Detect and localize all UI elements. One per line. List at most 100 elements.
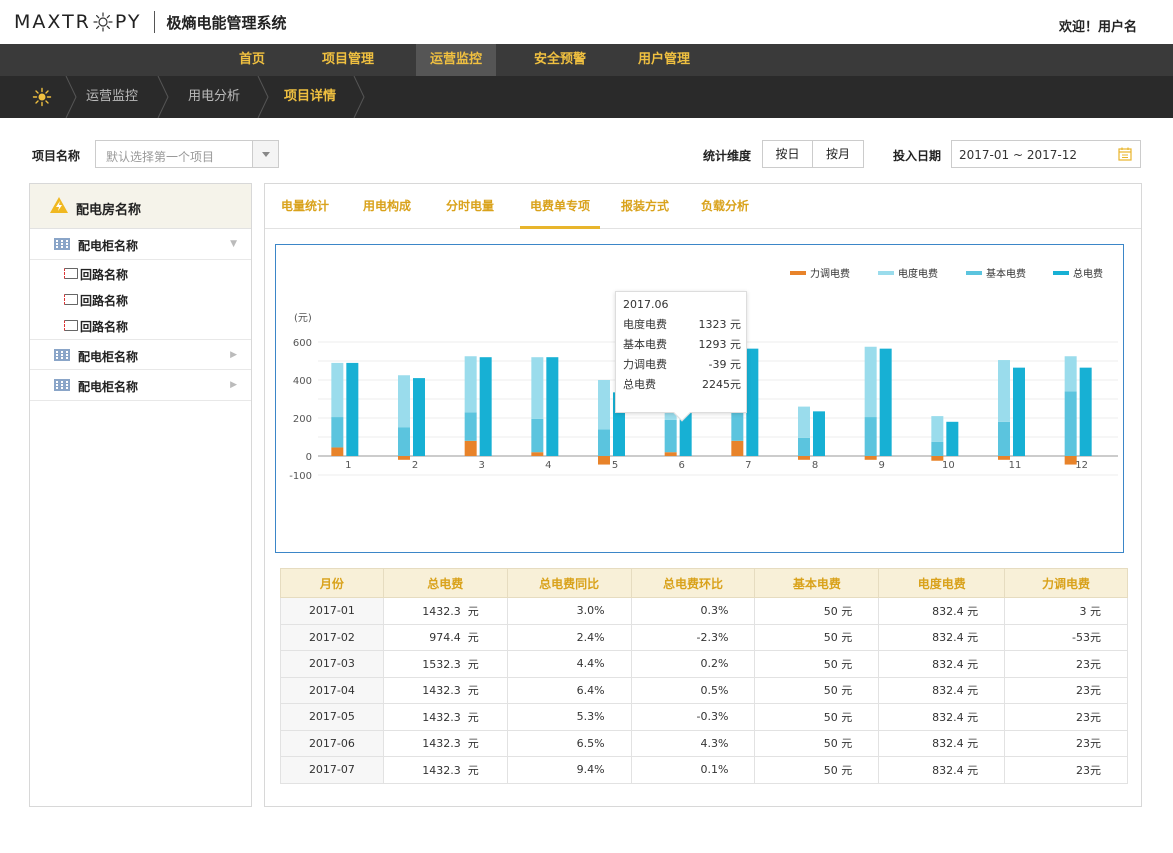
cell-month: 2017-03 — [280, 650, 384, 678]
breadcrumb-power-analysis[interactable]: 用电分析 — [188, 76, 240, 118]
cell-month: 2017-02 — [280, 623, 384, 651]
bar-total-fee[interactable] — [1013, 367, 1025, 456]
x-tick-label: 2 — [412, 460, 418, 471]
cabinet-icon — [54, 379, 70, 391]
bar-basic-fee[interactable] — [864, 417, 877, 456]
bar-energy-fee[interactable] — [331, 362, 344, 418]
cell-energy: 832.4 元 — [878, 756, 1006, 784]
bar-energy-fee[interactable] — [1064, 356, 1077, 392]
bar-total-fee[interactable] — [1079, 367, 1092, 456]
tooltip-row-value: -39 元 — [708, 358, 741, 371]
cell-power-factor: 23元 — [1004, 756, 1128, 784]
bar-energy-fee[interactable] — [464, 356, 477, 413]
calendar-icon[interactable] — [1118, 147, 1132, 161]
caret-down-icon[interactable] — [252, 141, 278, 167]
bar-basic-fee[interactable] — [931, 441, 944, 456]
chevron-right-icon — [257, 76, 269, 118]
bar-energy-fee[interactable] — [798, 406, 810, 438]
bar-energy-fee[interactable] — [531, 357, 544, 419]
bar-power-factor[interactable] — [598, 456, 610, 465]
tab-bill-detail[interactable]: 电费单专项 — [520, 184, 600, 229]
bar-power-factor[interactable] — [398, 456, 410, 460]
tab-install-method[interactable]: 报装方式 — [615, 184, 675, 229]
cell-power-factor: 23元 — [1004, 729, 1128, 757]
breadcrumb-monitoring[interactable]: 运营监控 — [86, 76, 138, 118]
y-axis-label: (元) — [294, 313, 312, 324]
nav-item-projects[interactable]: 项目管理 — [312, 44, 384, 76]
project-select[interactable]: 默认选择第一个项目 — [95, 140, 279, 168]
sidebar-room[interactable]: 配电房名称 — [30, 184, 251, 229]
cell-yoy: 3.0% — [506, 597, 632, 625]
bar-total-fee[interactable] — [946, 421, 959, 456]
bar-total-fee[interactable] — [879, 348, 892, 456]
expand-right-icon[interactable]: ▶ — [230, 380, 237, 390]
by-day-button[interactable]: 按日 — [762, 140, 813, 168]
bar-total-fee[interactable] — [346, 362, 359, 456]
legend-swatch — [966, 271, 982, 275]
bar-basic-fee[interactable] — [664, 419, 677, 453]
bar-energy-fee[interactable] — [864, 346, 877, 418]
sidebar-cabinet[interactable]: 配电柜名称 ▼ — [30, 229, 251, 260]
tab-load-analysis[interactable]: 负载分析 — [695, 184, 755, 229]
bar-energy-fee[interactable] — [931, 416, 944, 442]
tab-time-of-use[interactable]: 分时电量 — [440, 184, 500, 229]
nav-item-home[interactable]: 首页 — [224, 44, 280, 76]
sidebar-cabinet[interactable]: 配电柜名称 ▶ — [30, 339, 251, 370]
bar-basic-fee[interactable] — [998, 421, 1010, 456]
home-sun-icon[interactable] — [32, 87, 52, 107]
logo[interactable]: MAXTR PY 极熵电能管理系统 — [14, 10, 287, 34]
tab-energy-stats[interactable]: 电量统计 — [277, 184, 333, 229]
cell-power-factor: 23元 — [1004, 676, 1128, 704]
expand-right-icon[interactable]: ▶ — [230, 350, 237, 360]
bar-basic-fee[interactable] — [464, 412, 477, 441]
cell-total: 1432.3 元 — [382, 676, 508, 704]
bar-total-fee[interactable] — [746, 348, 759, 456]
bar-basic-fee[interactable] — [531, 418, 544, 453]
tooltip-row: 电度电费 1323 元 — [623, 316, 741, 332]
bar-total-fee[interactable] — [813, 411, 825, 456]
expand-down-icon[interactable]: ▼ — [230, 239, 237, 249]
bar-power-factor[interactable] — [331, 447, 344, 456]
bar-power-factor[interactable] — [664, 452, 677, 456]
date-range-input[interactable]: 2017-01 ~ 2017-12 — [951, 140, 1141, 168]
logo-divider — [153, 11, 155, 33]
col-header-basic: 基本电费 — [754, 568, 880, 598]
bar-basic-fee[interactable] — [398, 427, 410, 457]
bar-basic-fee[interactable] — [1064, 391, 1077, 456]
bar-total-fee[interactable] — [479, 357, 492, 456]
tab-usage-composition[interactable]: 用电构成 — [357, 184, 417, 229]
bar-power-factor[interactable] — [864, 456, 877, 460]
bar-power-factor[interactable] — [798, 456, 810, 460]
by-month-button[interactable]: 按月 — [813, 140, 864, 168]
bar-power-factor[interactable] — [464, 440, 477, 456]
bar-power-factor[interactable] — [531, 452, 544, 456]
bar-basic-fee[interactable] — [731, 408, 744, 441]
bar-energy-fee[interactable] — [598, 380, 610, 430]
cell-total: 1432.3 元 — [382, 756, 508, 784]
x-tick-label: 3 — [478, 460, 484, 471]
nav-item-users[interactable]: 用户管理 — [628, 44, 700, 76]
bar-power-factor[interactable] — [731, 440, 744, 456]
nav-item-alerts[interactable]: 安全预警 — [522, 44, 598, 76]
loop-name: 回路名称 — [80, 294, 129, 308]
sun-logo-icon — [93, 12, 113, 32]
chevron-right-icon — [65, 76, 77, 118]
bar-basic-fee[interactable] — [598, 429, 610, 456]
user-welcome[interactable]: 欢迎！用户名 — [1059, 16, 1137, 35]
cell-basic: 50 元 — [754, 729, 880, 757]
bar-energy-fee[interactable] — [998, 360, 1010, 422]
cell-power-factor: 3 元 — [1004, 597, 1128, 625]
main-nav: 首页 项目管理 运营监控 安全预警 用户管理 — [0, 44, 1173, 76]
table-row: 2017-03 1532.3 元 4.4% 0.2% 50 元 832.4 元 23元 — [280, 650, 1128, 678]
bar-energy-fee[interactable] — [398, 375, 410, 428]
bar-basic-fee[interactable] — [798, 437, 810, 456]
sidebar-cabinet[interactable]: 配电柜名称 ▶ — [30, 370, 251, 401]
nav-item-monitoring[interactable]: 运营监控 — [416, 44, 496, 76]
tooltip-title: 2017.06 — [623, 298, 669, 311]
table-row: 2017-05 1432.3 元 5.3% -0.3% 50 元 832.4 元 23元 — [280, 703, 1128, 731]
date-range-value: 2017-01 ~ 2017-12 — [959, 148, 1077, 162]
bar-total-fee[interactable] — [413, 378, 425, 456]
bar-basic-fee[interactable] — [331, 417, 344, 448]
bar-total-fee[interactable] — [546, 357, 559, 456]
legend-swatch — [790, 271, 806, 275]
